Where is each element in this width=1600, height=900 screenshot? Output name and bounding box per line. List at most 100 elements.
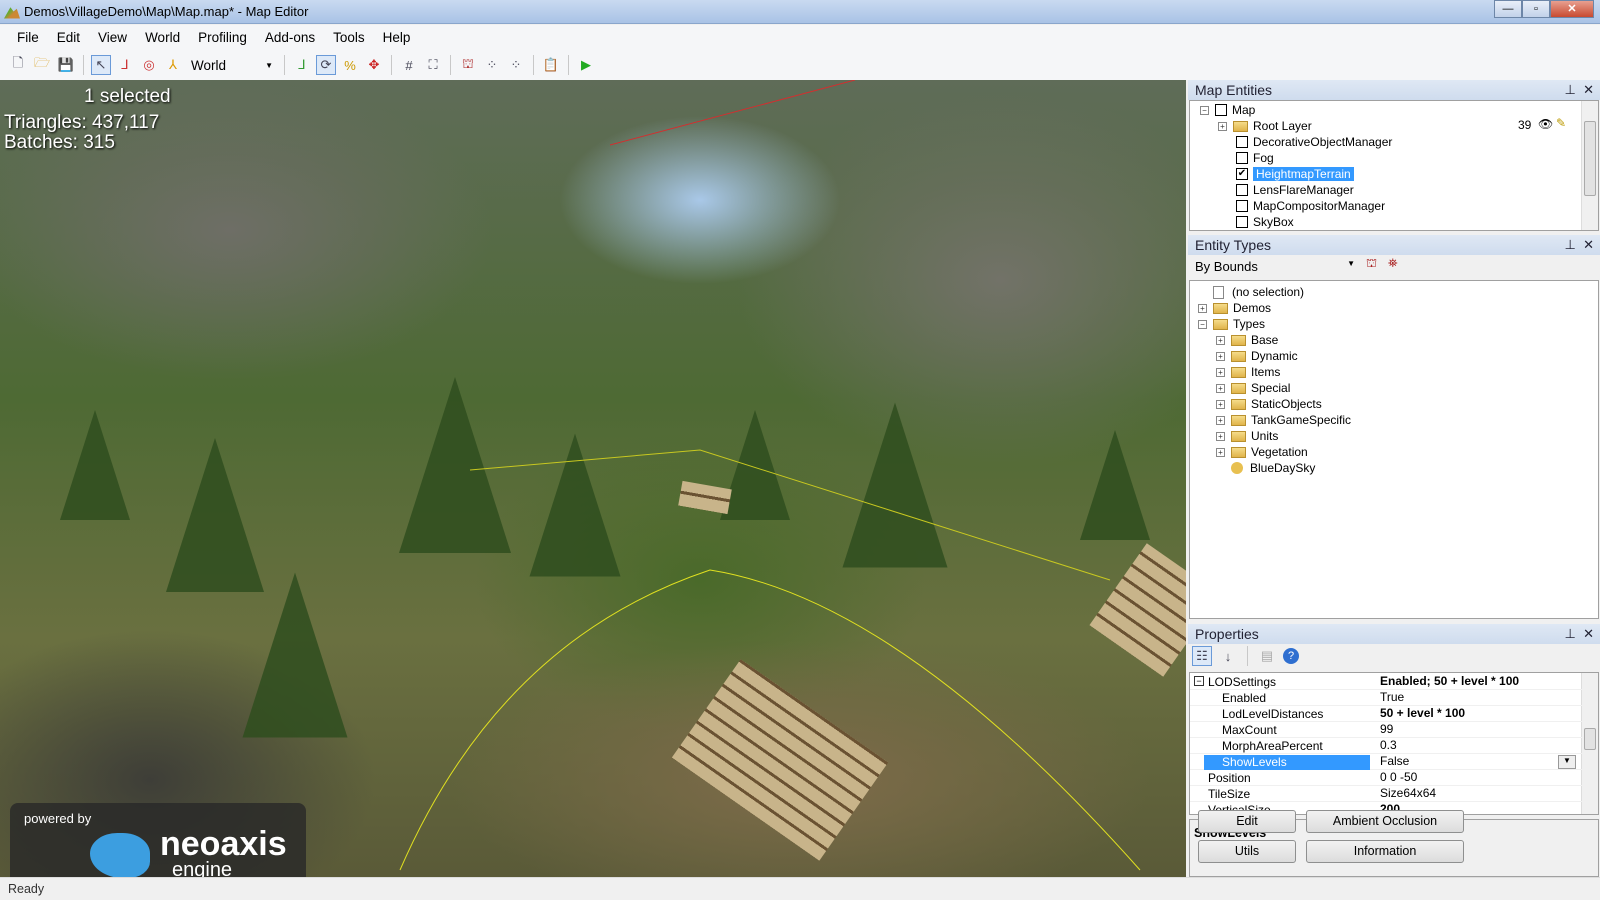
expand-icon[interactable]: + [1216,447,1225,457]
tree-node[interactable]: ✔ HeightmapTerrain [1236,166,1354,182]
property-row[interactable]: TileSize Size64x64 [1190,786,1583,802]
property-value[interactable]: Enabled; 50 + level * 100 [1380,674,1519,688]
checkbox-checked[interactable]: ✔ [1236,168,1248,180]
tree-node[interactable]: BlueDaySky [1216,460,1315,476]
help-icon[interactable]: ? [1283,648,1299,664]
property-value[interactable]: Size64x64 [1380,786,1436,800]
expand-icon[interactable]: + [1216,415,1225,425]
property-value[interactable]: 50 + level * 100 [1380,706,1465,720]
expand-icon[interactable]: + [1216,431,1225,441]
grid-icon[interactable]: # [399,55,419,75]
property-value[interactable]: 0 0 -50 [1380,770,1417,784]
expand-icon[interactable]: + [1216,367,1225,377]
menu-view[interactable]: View [89,30,136,45]
close-panel-icon[interactable]: ✕ [1583,82,1594,97]
tree-node[interactable]: SkyBox [1236,214,1294,230]
tree-node[interactable]: + Root Layer [1218,118,1312,134]
tree-node[interactable]: + Items [1216,364,1280,380]
utils-button[interactable]: Utils [1198,840,1296,863]
checkbox[interactable] [1236,136,1248,148]
expand-icon[interactable]: + [1216,383,1225,393]
drop-to-ground-icon[interactable]: ⛫ [458,55,478,75]
tree-node[interactable]: MapCompositorManager [1236,198,1385,214]
checkbox[interactable] [1236,152,1248,164]
sort-alpha-icon[interactable]: ↓ [1218,646,1238,666]
information-button[interactable]: Information [1306,840,1464,863]
property-pages-icon[interactable]: ▤ [1257,646,1277,666]
tree-node[interactable]: Fog [1236,150,1274,166]
tree-node[interactable]: − Types [1198,316,1265,332]
pin-icon[interactable]: ⊥ [1565,626,1576,641]
select-tool-icon[interactable]: ↖ [91,55,111,75]
edit-icon[interactable]: ✎ [1556,116,1566,130]
coordinate-space-select[interactable]: World ▼ [187,55,277,75]
snap-scale-icon[interactable]: % [340,55,360,75]
pin-icon[interactable]: ⊥ [1565,82,1576,97]
tree-node[interactable]: + Dynamic [1216,348,1298,364]
menu-addons[interactable]: Add-ons [256,30,324,45]
tree-node[interactable]: + Units [1216,428,1278,444]
menu-world[interactable]: World [136,30,189,45]
checkbox[interactable] [1236,216,1248,228]
open-icon[interactable]: 🗁 [32,55,52,75]
tree-node[interactable]: DecorativeObjectManager [1236,134,1392,150]
menu-help[interactable]: Help [374,30,420,45]
entity-refresh-icon[interactable]: ⛯ [1388,256,1398,271]
expand-icon[interactable]: + [1216,399,1225,409]
tree-node[interactable]: + TankGameSpecific [1216,412,1351,428]
rotate-tool-icon[interactable]: ◎ [139,55,159,75]
move-tool-icon[interactable]: ⅃ [115,55,135,75]
snap-rotate-icon[interactable]: ⟳ [316,55,336,75]
menu-edit[interactable]: Edit [48,30,89,45]
3d-viewport[interactable]: 1 selected Triangles: 437,117 Batches: 3… [0,80,1186,877]
expand-icon[interactable]: + [1216,351,1225,361]
collapse-icon[interactable]: − [1198,319,1207,329]
distribute-icon[interactable]: ⁘ [506,55,526,75]
close-panel-icon[interactable]: ✕ [1583,626,1594,641]
tree-node-map[interactable]: − Map [1200,102,1255,118]
scrollbar[interactable] [1581,673,1598,814]
tree-node[interactable]: + Vegetation [1216,444,1308,460]
property-row[interactable]: ShowLevels False ▼ [1190,754,1583,770]
entity-icon[interactable]: ⛫ [1366,256,1377,272]
edit-button[interactable]: Edit [1198,810,1296,833]
tree-node[interactable]: + Base [1216,332,1278,348]
categorized-icon[interactable]: ☷ [1192,646,1212,666]
checkbox[interactable] [1236,184,1248,196]
menu-tools[interactable]: Tools [324,30,374,45]
tree-node[interactable]: + Demos [1198,300,1271,316]
ambient-occlusion-button[interactable]: Ambient Occlusion [1306,810,1464,833]
property-row[interactable]: Position 0 0 -50 [1190,770,1583,786]
focus-icon[interactable]: ⛶ [423,55,443,75]
eye-icon[interactable]: 👁 [1538,117,1553,131]
menu-profiling[interactable]: Profiling [189,30,256,45]
property-value[interactable]: 99 [1380,722,1393,736]
maximize-button[interactable]: ▫ [1522,0,1550,18]
tree-node[interactable]: + StaticObjects [1216,396,1322,412]
dropdown-icon[interactable]: ▼ [1558,755,1576,769]
menu-file[interactable]: File [8,30,48,45]
align-icon[interactable]: ⁘ [482,55,502,75]
tree-node[interactable]: + Special [1216,380,1290,396]
checkbox[interactable] [1236,200,1248,212]
close-panel-icon[interactable]: ✕ [1583,237,1594,252]
expand-icon[interactable]: + [1198,303,1207,313]
property-row[interactable]: − LODSettings Enabled; 50 + level * 100 [1190,674,1583,690]
save-icon[interactable]: 💾 [56,55,76,75]
property-row[interactable]: Enabled True [1190,690,1583,706]
expand-icon[interactable]: + [1216,335,1225,345]
tree-node[interactable]: LensFlareManager [1236,182,1354,198]
scale-tool-icon[interactable]: ⅄ [163,55,183,75]
collapse-icon[interactable]: − [1200,105,1209,115]
pin-icon[interactable]: ⊥ [1565,237,1576,252]
minimize-button[interactable]: — [1494,0,1522,18]
entity-filter-select[interactable]: By Bounds ▼ [1195,259,1355,274]
expand-icon[interactable]: + [1218,121,1227,131]
property-value[interactable]: 0.3 [1380,738,1397,752]
run-icon[interactable]: ▶ [576,55,596,75]
transform-options-icon[interactable]: ✥ [364,55,384,75]
scrollbar[interactable] [1581,101,1598,230]
property-value[interactable]: True [1380,690,1404,704]
close-button[interactable]: ✕ [1550,0,1594,18]
tree-node[interactable]: (no selection) [1198,284,1304,300]
